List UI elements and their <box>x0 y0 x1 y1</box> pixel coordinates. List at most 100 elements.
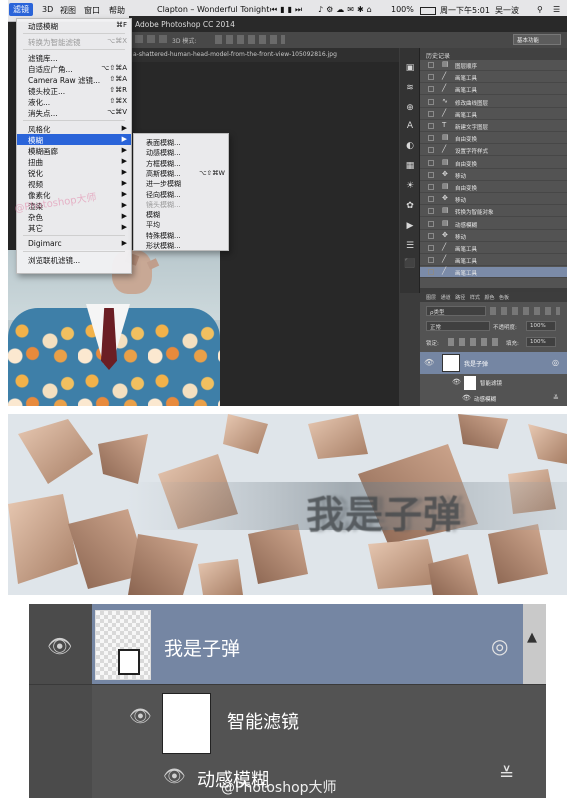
submenu-item[interactable]: 平均 <box>134 219 228 229</box>
menu-item[interactable]: 模糊 ▶ <box>17 134 131 145</box>
distribute-icon[interactable] <box>159 35 167 43</box>
user-name[interactable]: 吴一波 <box>495 5 519 16</box>
opacity-field[interactable]: 100% <box>526 321 556 331</box>
notifications-icon[interactable]: ☰ <box>553 5 560 14</box>
menu-item[interactable]: 镜头校正... ⇧⌘R <box>17 85 131 96</box>
submenu-item[interactable]: 表面模糊... <box>134 137 228 147</box>
clone-source-icon[interactable]: ⊕ <box>404 102 416 114</box>
media-controls[interactable]: ⏮▮▮⏭ <box>270 5 305 15</box>
history-item[interactable]: ╱ 画笔工具 <box>420 243 567 254</box>
tab-color[interactable]: 颜色 <box>484 295 494 301</box>
history-snapshot-checkbox[interactable] <box>428 196 434 203</box>
submenu-item[interactable]: 形状模糊... <box>134 240 228 250</box>
tool-presets-icon[interactable]: ⬛ <box>404 258 416 270</box>
menu-item[interactable]: Digimarc ▶ <box>17 238 131 249</box>
adjustments-icon[interactable]: ☀ <box>404 180 416 192</box>
history-snapshot-checkbox[interactable] <box>428 245 434 251</box>
history-snapshot-checkbox[interactable] <box>428 184 434 190</box>
clock[interactable]: 周一下午5:01 <box>440 5 490 16</box>
eye-icon[interactable]: 👁 <box>163 766 186 787</box>
character-icon[interactable]: A <box>404 120 416 132</box>
document-tab[interactable]: a-shattered-human-head-model-from-the-fr… <box>129 48 399 62</box>
submenu-item[interactable]: 径向模糊... <box>134 189 228 199</box>
eye-icon[interactable]: 👁 <box>424 358 434 367</box>
history-item[interactable]: ✥ 移动 <box>420 194 567 206</box>
submenu-item[interactable]: 高斯模糊... ⌥⇧⌘W <box>134 168 228 178</box>
filter-name[interactable]: 动感模糊 <box>474 395 496 403</box>
history-snapshot-checkbox[interactable] <box>428 269 434 276</box>
menu-item[interactable]: 浏览联机滤镜... <box>17 254 131 265</box>
history-item[interactable]: ▤ 转换为智能对象 <box>420 206 567 218</box>
menu-item[interactable]: 风格化 ▶ <box>17 123 131 134</box>
tab-swatches[interactable]: 色板 <box>499 295 509 301</box>
tab-paths[interactable]: 路径 <box>455 295 465 301</box>
smart-filters-row[interactable]: 👁 智能滤镜 <box>420 374 567 392</box>
menu-item[interactable]: 动感模糊 ⌘F <box>17 20 131 31</box>
search-icon[interactable]: ⚲ <box>537 5 543 14</box>
3d-mode-icons[interactable] <box>215 35 285 44</box>
actions-icon[interactable]: ▶ <box>404 220 416 232</box>
history-item[interactable]: ╱ 画笔工具 <box>420 255 567 267</box>
status-icons[interactable]: ♪⚙☁✉✱⌂ <box>318 5 375 14</box>
menu-item[interactable]: 液化... ⇧⌘X <box>17 96 131 107</box>
styles-icon[interactable]: ✿ <box>404 200 416 212</box>
tool-preset-icon[interactable] <box>135 35 143 43</box>
history-snapshot-checkbox[interactable] <box>428 135 434 142</box>
menu-item[interactable]: 模糊画廊 ▶ <box>17 145 131 156</box>
submenu-item[interactable]: 特殊模糊... <box>134 230 228 240</box>
swatches-icon[interactable]: ▦ <box>404 160 416 172</box>
menu-item[interactable]: 转换为智能滤镜 ⌥⌘X <box>17 36 131 47</box>
history-snapshot-checkbox[interactable] <box>428 123 434 129</box>
layer-filter-select[interactable]: ρ类型 <box>426 306 486 316</box>
tab-styles[interactable]: 样式 <box>470 295 480 301</box>
history-item[interactable]: ▤ 自由变换 <box>420 158 567 169</box>
menu-item[interactable]: 滤镜库... <box>17 52 131 63</box>
history-item[interactable]: ✥ 移动 <box>420 170 567 181</box>
align-icon[interactable] <box>147 35 155 43</box>
menu-item[interactable]: 杂色 ▶ <box>17 211 131 222</box>
menu-window[interactable]: 窗口 <box>84 5 100 16</box>
history-item[interactable]: ╱ 画笔工具 <box>420 109 567 120</box>
menu-item[interactable]: Camera Raw 滤镜... ⇧⌘A <box>17 74 131 85</box>
history-item[interactable]: ▤ 图层顺序 <box>420 60 567 71</box>
scrollbar[interactable]: ▲ <box>523 604 546 684</box>
lock-icons[interactable] <box>448 338 498 346</box>
history-snapshot-checkbox[interactable] <box>428 147 434 154</box>
menu-3d[interactable]: 3D <box>42 5 53 14</box>
menu-filter[interactable]: 滤镜 <box>9 3 33 16</box>
tab-layers[interactable]: 图层 <box>426 295 436 301</box>
menu-item[interactable]: 视频 ▶ <box>17 178 131 189</box>
brush-settings-icon[interactable]: ≋ <box>404 82 416 94</box>
menu-view[interactable]: 视图 <box>60 5 76 16</box>
submenu-item[interactable]: 动感模糊... <box>134 147 228 157</box>
history-snapshot-checkbox[interactable] <box>428 220 434 227</box>
menu-help[interactable]: 帮助 <box>109 5 125 16</box>
submenu-item[interactable]: 模糊 <box>134 209 228 219</box>
filter-row[interactable]: 👁 动感模糊 ≚ <box>420 392 567 406</box>
history-item[interactable]: T 新建文字图层 <box>420 121 567 132</box>
layer-row-selected[interactable]: 👁 我是子弹 ◎ <box>420 352 567 374</box>
menu-item[interactable]: 锐化 ▶ <box>17 167 131 178</box>
filter-options-icon[interactable]: ≚ <box>553 394 559 402</box>
tab-channels[interactable]: 通道 <box>441 295 451 301</box>
history-snapshot-checkbox[interactable] <box>428 208 434 215</box>
battery-icon[interactable] <box>420 7 436 15</box>
eye-icon[interactable]: 👁 <box>452 378 461 386</box>
submenu-item[interactable]: 方框模糊... <box>134 158 228 168</box>
history-item[interactable]: ╱ 画笔工具 <box>420 267 567 279</box>
eye-icon[interactable]: 👁 <box>129 706 152 727</box>
history-item[interactable]: ╱ 画笔工具 <box>420 84 567 96</box>
history-icon[interactable]: ▣ <box>404 62 416 74</box>
submenu-item[interactable]: 镜头模糊... <box>134 199 228 209</box>
history-snapshot-checkbox[interactable] <box>428 74 434 81</box>
layer-row-selected[interactable] <box>92 604 546 684</box>
menu-item[interactable]: 扭曲 ▶ <box>17 156 131 167</box>
history-snapshot-checkbox[interactable] <box>428 257 434 264</box>
eye-icon[interactable]: 👁 <box>462 394 471 402</box>
eye-icon[interactable]: 👁 <box>47 634 72 658</box>
history-item[interactable]: ▤ 动感模糊 <box>420 219 567 230</box>
color-icon[interactable]: ◐ <box>404 140 416 152</box>
history-item[interactable]: ✥ 移动 <box>420 231 567 242</box>
workspace-select[interactable]: 基本功能 <box>513 34 561 45</box>
filter-options-icon[interactable]: ≚ <box>499 764 514 785</box>
